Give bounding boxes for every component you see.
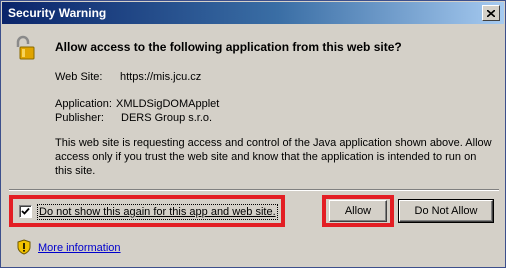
publisher-label: Publisher: <box>55 112 104 124</box>
more-information-link[interactable]: More information <box>38 242 121 254</box>
dialog-content: Allow access to the following applicatio… <box>5 27 501 193</box>
publisher-value: DERS Group s.r.o. <box>121 112 213 124</box>
application-value: XMLDSigDOMApplet <box>116 98 220 110</box>
close-button[interactable] <box>482 5 500 21</box>
checkmark-icon <box>21 207 30 215</box>
allow-button[interactable]: Allow <box>329 200 387 222</box>
unlocked-padlock-icon <box>16 35 35 60</box>
window-title: Security Warning <box>8 6 107 20</box>
divider <box>9 189 499 191</box>
shield-warning-icon <box>17 239 31 255</box>
allow-button-highlight: Allow <box>322 195 394 227</box>
dont-show-again-highlight: Do not show this again for this app and … <box>9 195 285 227</box>
website-label: Web Site: <box>55 71 103 83</box>
title-bar: Security Warning <box>2 2 504 24</box>
warning-description: This web site is requesting access and c… <box>55 137 492 177</box>
dont-show-again-label[interactable]: Do not show this again for this app and … <box>37 204 278 220</box>
application-label: Application: <box>55 98 112 110</box>
dialog-heading: Allow access to the following applicatio… <box>55 40 402 54</box>
dont-show-again-checkbox[interactable] <box>19 205 32 218</box>
website-value: https://mis.jcu.cz <box>120 71 202 83</box>
security-warning-dialog: Security Warning Allow access to the fol… <box>0 0 506 268</box>
close-icon <box>487 9 495 17</box>
do-not-allow-button[interactable]: Do Not Allow <box>398 199 494 223</box>
